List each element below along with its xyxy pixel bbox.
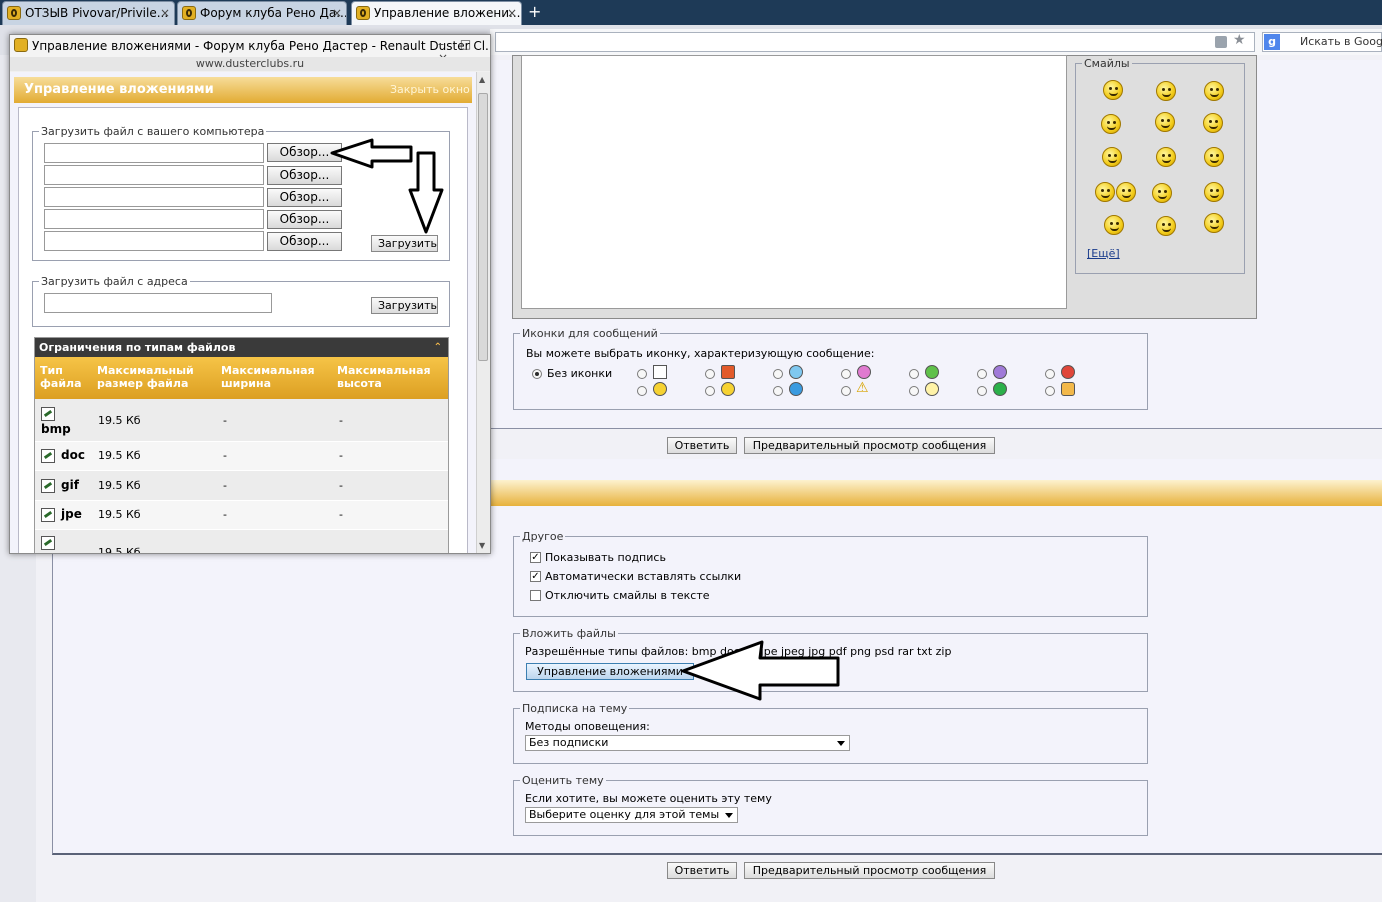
arrow-to-browse xyxy=(330,138,413,169)
arrow-to-upload xyxy=(408,151,444,234)
annotation-arrows xyxy=(330,138,840,701)
arrow-to-manage-attachments xyxy=(681,640,840,701)
